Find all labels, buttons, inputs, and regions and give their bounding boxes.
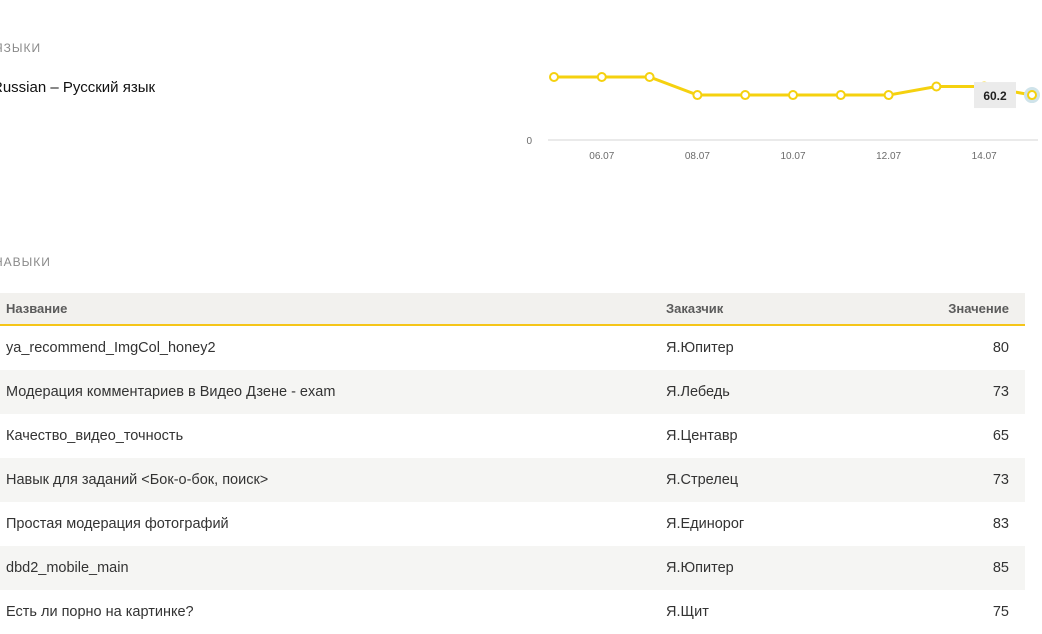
data-point[interactable]: [883, 90, 894, 101]
skill-customer: Я.Щит: [666, 604, 709, 620]
column-header-customer[interactable]: Заказчик: [660, 293, 902, 326]
table-row[interactable]: Навык для заданий <Бок-о-бок, поиск> Я.Ст…: [0, 458, 1025, 502]
skills-table: Название Заказчик Значение ya_recommend_…: [0, 293, 1025, 634]
skill-customer: Я.Юпитер: [660, 546, 902, 590]
skill-customer: Я.Юпитер: [666, 340, 734, 356]
data-point[interactable]: [596, 72, 607, 82]
data-point[interactable]: [549, 72, 559, 82]
x-tick-label: 10.07: [780, 151, 805, 162]
tooltip-value: 60.2: [983, 89, 1007, 103]
table-header-row: Название Заказчик Значение: [0, 293, 1025, 326]
skill-name: ya_recommend_ImgCol_honey2: [6, 340, 216, 356]
skill-name: dbd2_mobile_main: [0, 546, 660, 590]
skill-name: Простая модерация фотографий: [6, 516, 229, 532]
column-header-name[interactable]: Название: [0, 293, 660, 326]
skill-value: 75: [992, 604, 1009, 620]
skill-name: Навык для заданий <Бок-о-бок, поиск>: [0, 458, 660, 502]
y-tick-label: 0: [526, 136, 532, 147]
data-point[interactable]: [931, 81, 942, 92]
language-item: Russian – Русский язык: [0, 79, 156, 96]
skill-name: Качество_видео_точность: [6, 428, 184, 444]
x-tick-label: 14.07: [972, 151, 997, 162]
data-point[interactable]: [692, 90, 703, 101]
skill-value: 80: [992, 340, 1009, 356]
skill-customer: Я.Центавр: [666, 428, 738, 444]
skill-value: 65: [992, 428, 1009, 444]
table-row[interactable]: Модерация комментариев в Видео Дзене - e…: [0, 370, 1025, 414]
languages-section-title: ЯЗЫКИ: [0, 41, 42, 55]
skills-section-title: НАВЫКИ: [0, 255, 51, 269]
skill-value: 83: [992, 516, 1009, 532]
x-tick-label: 06.07: [589, 151, 614, 162]
skill-customer: Я.Лебедь: [660, 370, 902, 414]
column-header-value[interactable]: Значение: [902, 293, 1025, 326]
skill-value: 73: [902, 458, 1025, 502]
table-row[interactable]: ya_recommend_ImgCol_honey2 Я.Юпитер 80: [0, 325, 1025, 370]
table-row[interactable]: Качество_видео_точность Я.Центавр 65: [0, 414, 1025, 458]
data-point[interactable]: [788, 90, 798, 101]
x-tick-label: 08.07: [685, 151, 710, 162]
skill-customer: Я.Стрелец: [660, 458, 902, 502]
data-point[interactable]: [1027, 90, 1037, 101]
table-row[interactable]: dbd2_mobile_main Я.Юпитер 85: [0, 546, 1025, 590]
data-point[interactable]: [740, 90, 751, 101]
data-point[interactable]: [835, 90, 846, 101]
table-row[interactable]: Простая модерация фотографий Я.Единорог 83: [0, 502, 1025, 546]
skill-customer: Я.Единорог: [666, 516, 745, 532]
skill-value: 73: [902, 370, 1025, 414]
data-point[interactable]: [644, 72, 655, 82]
skill-value: 85: [902, 546, 1025, 590]
skill-name: Есть ли порно на картинке?: [6, 604, 194, 620]
table-row[interactable]: Есть ли порно на картинке? Я.Щит 75: [0, 590, 1025, 634]
skill-name: Модерация комментариев в Видео Дзене - e…: [0, 370, 660, 414]
skill-history-chart: 0 06.07 08.07 10.07 12.07 14.07 60.2: [526, 72, 1040, 162]
x-tick-label: 12.07: [876, 151, 901, 162]
